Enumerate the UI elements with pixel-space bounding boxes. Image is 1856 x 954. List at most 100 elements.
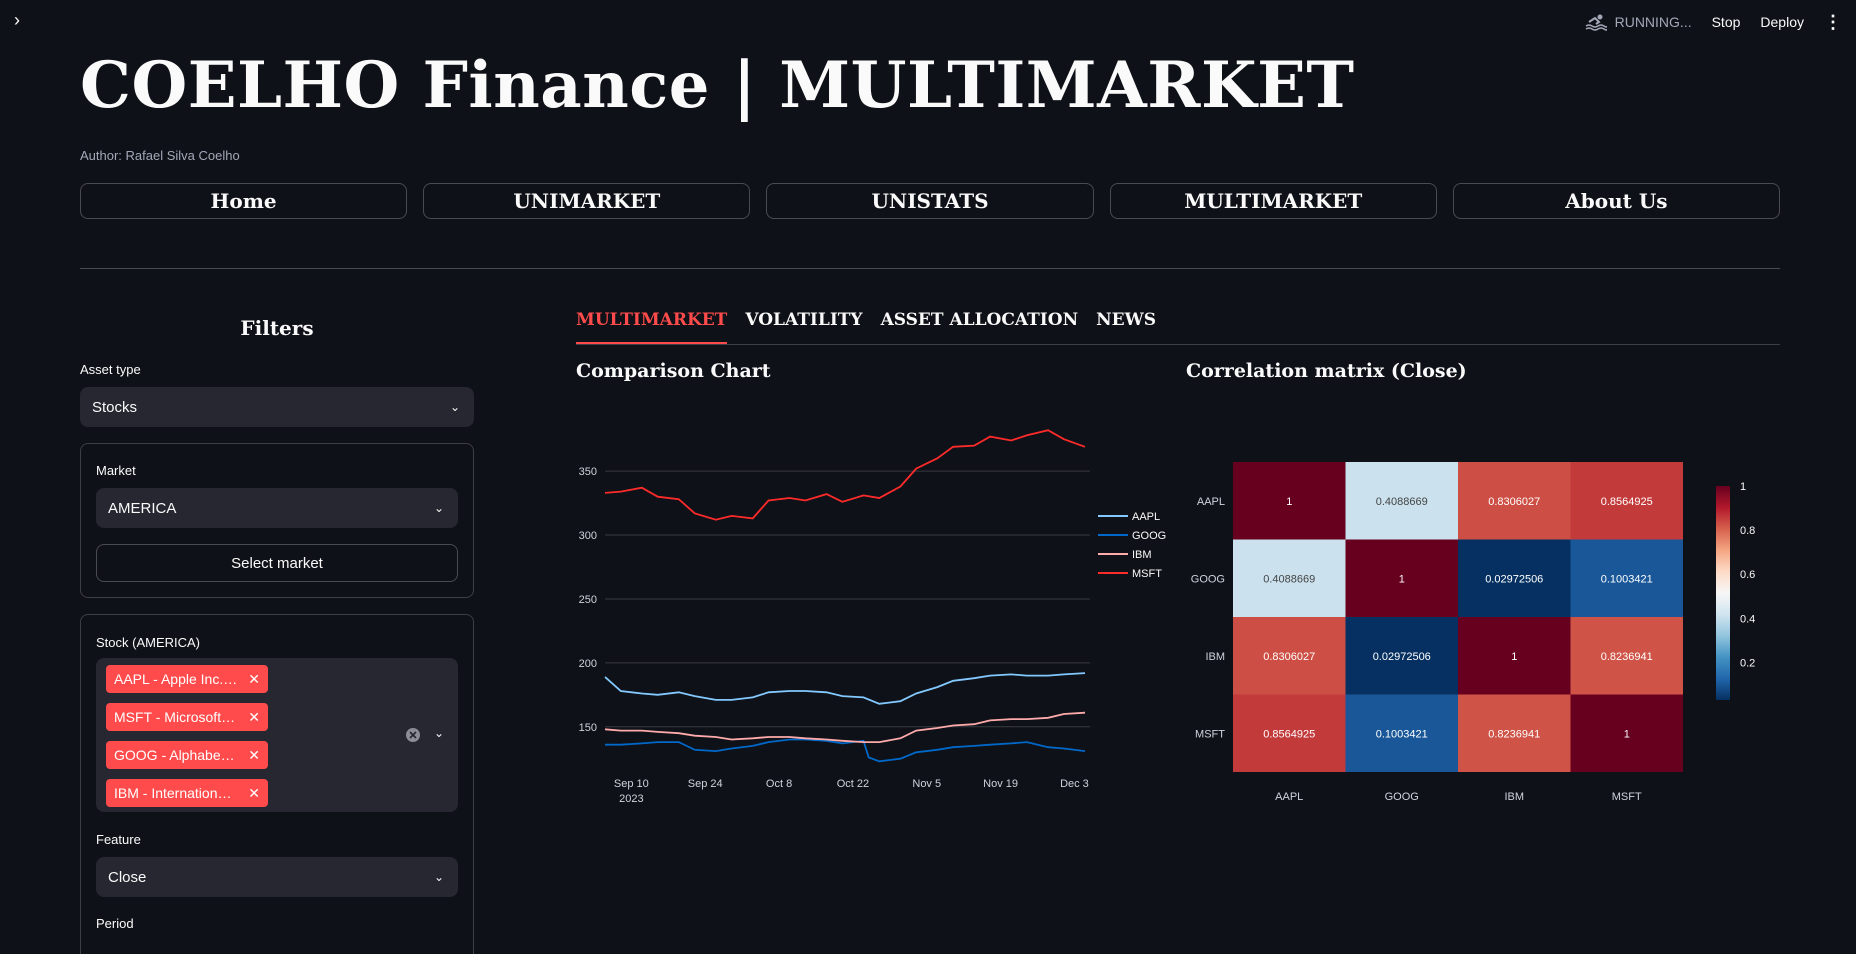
- remove-tag-icon[interactable]: ✕: [248, 709, 260, 726]
- correlation-matrix-title: Correlation matrix (Close): [1186, 360, 1467, 382]
- asset-type-select[interactable]: Stocks ⌄: [80, 387, 474, 427]
- colorbar-tick-label: 0.2: [1740, 657, 1755, 669]
- y-tick-label: 200: [579, 658, 597, 670]
- nav-about-button[interactable]: About Us: [1452, 183, 1781, 219]
- market-label: Market: [96, 463, 136, 478]
- heatmap-cell-value: 0.8564925: [1263, 728, 1315, 740]
- heatmap-cell-value: 1: [1624, 728, 1630, 740]
- heatmap-cell-value: 0.4088669: [1263, 573, 1315, 585]
- x-axis-label: AAPL: [1275, 791, 1303, 803]
- heatmap-cell-value: 0.8236941: [1601, 651, 1653, 663]
- stock-tag-label: GOOG - Alphabe…: [114, 747, 235, 763]
- chevron-down-icon: ⌄: [433, 501, 444, 515]
- heatmap-cell-value: 1: [1511, 651, 1517, 663]
- heatmap-cell-value: 0.4088669: [1376, 496, 1428, 508]
- y-tick-label: 150: [579, 722, 597, 734]
- author-caption: Author: Rafael Silva Coelho: [80, 148, 240, 163]
- x-tick-label: Oct 8: [766, 778, 792, 790]
- expand-sidebar-chevron-icon[interactable]: ›: [14, 10, 20, 31]
- remove-tag-icon[interactable]: ✕: [248, 785, 260, 802]
- heatmap-cell-value: 0.1003421: [1601, 573, 1653, 585]
- chevron-down-icon: ⌄: [433, 870, 444, 884]
- market-value: AMERICA: [108, 499, 177, 517]
- y-axis-label: GOOG: [1191, 573, 1225, 585]
- feature-value: Close: [108, 868, 147, 886]
- colorbar-tick-label: 0.4: [1740, 613, 1755, 625]
- x-tick-label: Sep 24: [688, 778, 723, 790]
- heatmap-cell-value: 0.8306027: [1488, 496, 1540, 508]
- y-axis-label: AAPL: [1197, 496, 1225, 508]
- asset-type-value: Stocks: [92, 398, 138, 416]
- legend-label: MSFT: [1132, 568, 1162, 580]
- chevron-down-icon[interactable]: ⌄: [434, 726, 444, 740]
- running-status-text: RUNNING...: [1614, 14, 1692, 30]
- y-tick-label: 250: [579, 594, 597, 606]
- x-tick-label: Nov 19: [983, 778, 1018, 790]
- stock-label: Stock (AMERICA): [96, 635, 201, 650]
- y-axis-label: MSFT: [1195, 728, 1225, 740]
- chevron-down-icon: ⌄: [449, 400, 460, 414]
- tab-asset-allocation[interactable]: ASSET ALLOCATION: [881, 310, 1079, 344]
- comparison-line-chart[interactable]: 150 200 250 300 350 Sep 10 2023 Sep 24 Oct 8 Oct …: [570, 390, 1170, 830]
- colorbar-tick-label: 1: [1740, 481, 1746, 493]
- filters-title: Filters: [240, 316, 314, 340]
- y-axis-label: IBM: [1205, 651, 1225, 663]
- stock-tag: MSFT - Microsoft… ✕: [106, 703, 268, 731]
- legend-label: AAPL: [1132, 511, 1160, 523]
- deploy-button[interactable]: Deploy: [1760, 14, 1804, 30]
- heatmap-cell-value: 0.02972506: [1373, 651, 1431, 663]
- feature-label: Feature: [96, 832, 141, 847]
- tab-volatility[interactable]: VOLATILITY: [745, 310, 862, 344]
- remove-tag-icon[interactable]: ✕: [248, 747, 260, 764]
- period-label: Period: [96, 916, 134, 931]
- correlation-heatmap[interactable]: 1 0.4088669 0.8306027 0.8564925 0.4088669 1 0.…: [1186, 440, 1780, 830]
- series-line-goog: [605, 738, 1086, 763]
- feature-select[interactable]: Close ⌄: [96, 857, 458, 897]
- stock-multiselect[interactable]: AAPL - Apple Inc.… ✕ MSFT - Microsoft… ✕…: [96, 658, 458, 812]
- clear-all-icon[interactable]: [405, 727, 421, 743]
- heatmap-cell-value: 0.8306027: [1263, 651, 1315, 663]
- stock-tag-label: AAPL - Apple Inc.…: [114, 671, 238, 687]
- nav-multimarket-button[interactable]: MULTIMARKET: [1109, 183, 1437, 219]
- tab-multimarket[interactable]: MULTIMARKET: [576, 310, 728, 344]
- heatmap-cell-value: 1: [1399, 573, 1405, 585]
- series-line-msft: [604, 429, 1086, 521]
- x-tick-label: Sep 10: [614, 778, 649, 790]
- swimmer-icon: [1585, 14, 1607, 31]
- stock-tag-label: MSFT - Microsoft…: [114, 709, 236, 725]
- x-tick-label: Dec 3: [1060, 778, 1089, 790]
- divider: [80, 268, 1780, 269]
- top-toolbar: RUNNING... Stop Deploy ⋮: [1585, 0, 1856, 44]
- stock-tag-label: IBM - Internation…: [114, 785, 232, 801]
- heatmap-cell-value: 0.02972506: [1485, 573, 1543, 585]
- nav-unimarket-button[interactable]: UNIMARKET: [423, 183, 751, 219]
- remove-tag-icon[interactable]: ✕: [248, 671, 260, 688]
- colorbar-tick-label: 0.8: [1740, 525, 1755, 537]
- stock-panel: Stock (AMERICA) AAPL - Apple Inc.… ✕ MSF…: [80, 614, 474, 954]
- tab-news[interactable]: NEWS: [1096, 310, 1156, 344]
- heatmap-cell-value: 0.1003421: [1376, 728, 1428, 740]
- main-tabs: MULTIMARKET VOLATILITY ASSET ALLOCATION …: [576, 310, 1780, 345]
- series-line-ibm: [604, 711, 1086, 743]
- heatmap-cell-value: 1: [1286, 496, 1292, 508]
- x-tick-label: Oct 22: [837, 778, 869, 790]
- y-tick-label: 300: [579, 530, 597, 542]
- x-axis-label: MSFT: [1612, 791, 1642, 803]
- stock-tag: IBM - Internation… ✕: [106, 779, 268, 807]
- asset-type-label: Asset type: [80, 362, 141, 377]
- colorbar-tick-label: 0.6: [1740, 569, 1755, 581]
- navigation-bar: Home UNIMARKET UNISTATS MULTIMARKET Abou…: [80, 183, 1781, 219]
- stop-button[interactable]: Stop: [1712, 14, 1741, 30]
- y-tick-label: 350: [579, 466, 597, 478]
- main-menu-kebab-icon[interactable]: ⋮: [1824, 12, 1842, 33]
- legend-label: IBM: [1132, 549, 1152, 561]
- colorbar: [1716, 486, 1730, 700]
- select-market-button[interactable]: Select market: [96, 544, 458, 582]
- nav-unistats-button[interactable]: UNISTATS: [766, 183, 1094, 219]
- stock-tag: AAPL - Apple Inc.… ✕: [106, 665, 268, 693]
- stock-tag: GOOG - Alphabe… ✕: [106, 741, 268, 769]
- comparison-chart-title: Comparison Chart: [576, 360, 771, 382]
- x-tick-label: Nov 5: [912, 778, 941, 790]
- market-select[interactable]: AMERICA ⌄: [96, 488, 458, 528]
- nav-home-button[interactable]: Home: [80, 183, 408, 219]
